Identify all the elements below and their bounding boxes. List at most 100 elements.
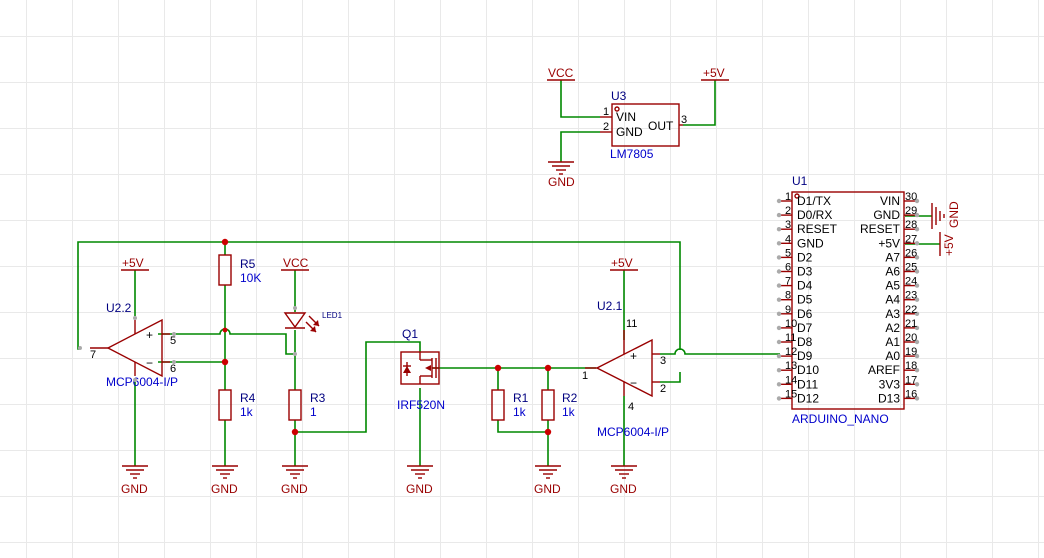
u22-value: MCP6004-I/P (106, 375, 178, 389)
pin-number: 26 (905, 247, 917, 259)
r2-resistor[interactable]: R2 1k (541, 389, 578, 421)
pin-end[interactable] (776, 353, 782, 359)
pin-number: 19 (905, 346, 917, 358)
pin-number: 1 (582, 370, 588, 382)
gnd-label: GND (947, 201, 961, 228)
pin-end[interactable] (776, 325, 782, 331)
gnd-label: GND (534, 482, 561, 496)
plus5v-flag-arduino[interactable]: +5V (939, 232, 956, 256)
pin-end[interactable] (776, 311, 782, 316)
u1-right-pins: 30 VIN 29 GND 28 RESET 27 +5V 26 A7 25 A6 24 A5 23 A4 22… (860, 191, 920, 405)
gnd-label: GND (548, 175, 575, 189)
pin-end[interactable] (776, 283, 782, 288)
u22-designator: U2.2 (106, 301, 132, 315)
r5-designator: R5 (240, 257, 256, 271)
pin-end[interactable] (776, 227, 782, 232)
plus-sign: + (146, 328, 153, 342)
pin-end[interactable] (776, 297, 782, 302)
pin-number: 23 (905, 290, 917, 302)
pin-name: VIN (616, 110, 636, 124)
pin-number: 25 (905, 262, 917, 274)
pin-name: GND (797, 236, 824, 250)
pin-end[interactable] (776, 269, 782, 274)
plus5v-label: +5V (611, 256, 633, 270)
pin-number: 1 (785, 191, 791, 203)
gnd-symbol-r3[interactable]: GND (281, 465, 308, 496)
plus5v-label: +5V (942, 234, 956, 256)
gnd-symbol-u21[interactable]: GND (610, 465, 637, 496)
schematic-canvas[interactable]: VCC +5V +5V VCC +5V +5V GND GND GND GND … (0, 0, 1044, 558)
pin-end[interactable] (776, 198, 782, 204)
pin-name: D1/TX (797, 194, 831, 208)
r2-value: 1k (562, 405, 576, 419)
pin-number: 3 (681, 114, 687, 126)
pin-end[interactable] (776, 382, 782, 387)
u1-arduino-nano[interactable]: U1 ARDUINO_NANO 1 D1/TX2 D0/RX3 RESET4 GND5 D… (776, 174, 920, 426)
pin-number: 18 (905, 360, 917, 372)
r3-resistor[interactable]: R3 1 (288, 389, 326, 421)
pin-name: D6 (797, 307, 813, 321)
gnd-symbol-r2[interactable]: GND (534, 465, 561, 496)
gnd-symbol-u22[interactable]: GND (121, 465, 148, 496)
pin-name: A7 (885, 250, 900, 264)
pin-end[interactable] (776, 396, 782, 401)
gnd-label: GND (406, 482, 433, 496)
gnd-label: GND (211, 482, 238, 496)
plus5v-flag-u22[interactable]: +5V (121, 256, 149, 271)
r4-designator: R4 (240, 391, 256, 405)
plus5v-label: +5V (703, 66, 725, 80)
u21-opamp[interactable]: + − 3 2 1 11 4 U2.1 MCP6004-I/P (582, 299, 669, 439)
minus-sign: − (630, 376, 637, 390)
pin-name: A5 (885, 279, 900, 293)
pin-end[interactable] (776, 339, 782, 345)
vcc-flag-led[interactable]: VCC (281, 256, 309, 271)
pin-end[interactable] (776, 368, 782, 373)
pin-name: AREF (868, 363, 900, 377)
pin-end[interactable] (776, 212, 782, 218)
pin-name: RESET (860, 222, 901, 236)
led1-diode[interactable]: LED1 (283, 306, 343, 356)
pin-name: D7 (797, 321, 813, 335)
r4-resistor[interactable]: R4 1k (218, 389, 256, 421)
gnd-label: GND (121, 482, 148, 496)
u22-opamp[interactable]: + − 5 6 7 U2.2 MCP6004-I/P (78, 301, 178, 389)
plus5v-flag-u21[interactable]: +5V (610, 256, 638, 271)
r1-resistor[interactable]: R1 1k (491, 389, 529, 421)
pin-number: 4 (628, 401, 634, 413)
pin-number: 3 (785, 219, 791, 231)
pin-end[interactable] (776, 241, 782, 246)
gnd-symbol-u3[interactable]: GND (548, 161, 575, 189)
pin-number: 5 (170, 335, 176, 347)
vcc-flag-u3[interactable]: VCC (547, 66, 575, 81)
pin-number: 7 (785, 276, 791, 288)
pin-name: D2 (797, 250, 813, 264)
pin-name: D3 (797, 265, 813, 279)
pin-name: A2 (885, 321, 900, 335)
pin-number: 21 (905, 318, 917, 330)
pin-name: D12 (797, 391, 819, 405)
plus5v-flag-u3[interactable]: +5V (701, 66, 729, 81)
pin-name: D0/RX (797, 208, 832, 222)
pin-number: 12 (785, 346, 797, 358)
u3-value: LM7805 (610, 147, 654, 161)
r5-resistor[interactable]: R5 10K (218, 254, 261, 286)
pin-number: 16 (905, 388, 917, 400)
pin-name: GND (616, 125, 643, 139)
pin-number: 11 (785, 332, 796, 344)
vcc-label: VCC (548, 66, 574, 80)
gnd-symbol-r4[interactable]: GND (211, 465, 238, 496)
pin-number: 20 (905, 332, 917, 344)
q1-mosfet[interactable]: Q1 IRF520N (397, 327, 445, 412)
pin-number: 11 (626, 318, 637, 330)
u3-regulator[interactable]: U3 LM7805 1 2 3 VIN GND OUT (600, 89, 687, 161)
pin-name: VIN (880, 194, 900, 208)
pin-number: 2 (660, 383, 666, 395)
r3-designator: R3 (310, 391, 326, 405)
gnd-symbol-arduino[interactable]: GND (931, 201, 961, 229)
pin-end[interactable] (776, 255, 782, 260)
pin-name: D5 (797, 293, 813, 307)
r2-designator: R2 (562, 391, 578, 405)
pin-number: 9 (785, 304, 791, 316)
u1-left-pins: 1 D1/TX2 D0/RX3 RESET4 GND5 D26 D37 D48 D59 D610 D… (776, 191, 838, 405)
gnd-symbol-q1[interactable]: GND (406, 465, 433, 496)
